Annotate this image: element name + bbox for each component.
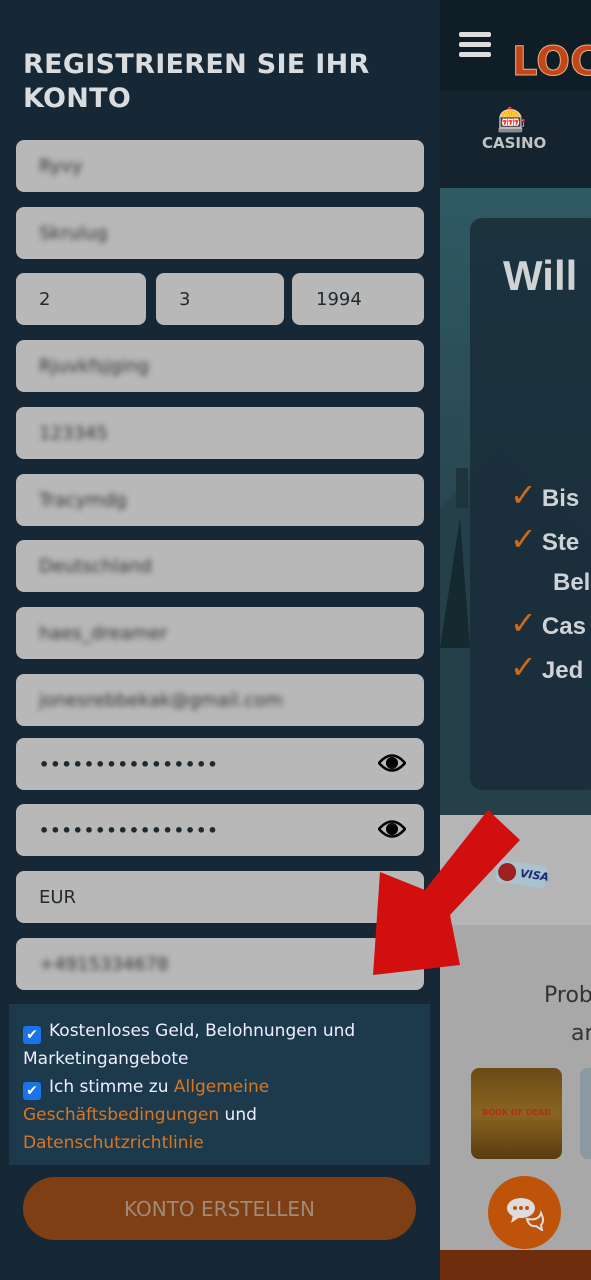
red-arrow-annotation — [373, 810, 520, 975]
